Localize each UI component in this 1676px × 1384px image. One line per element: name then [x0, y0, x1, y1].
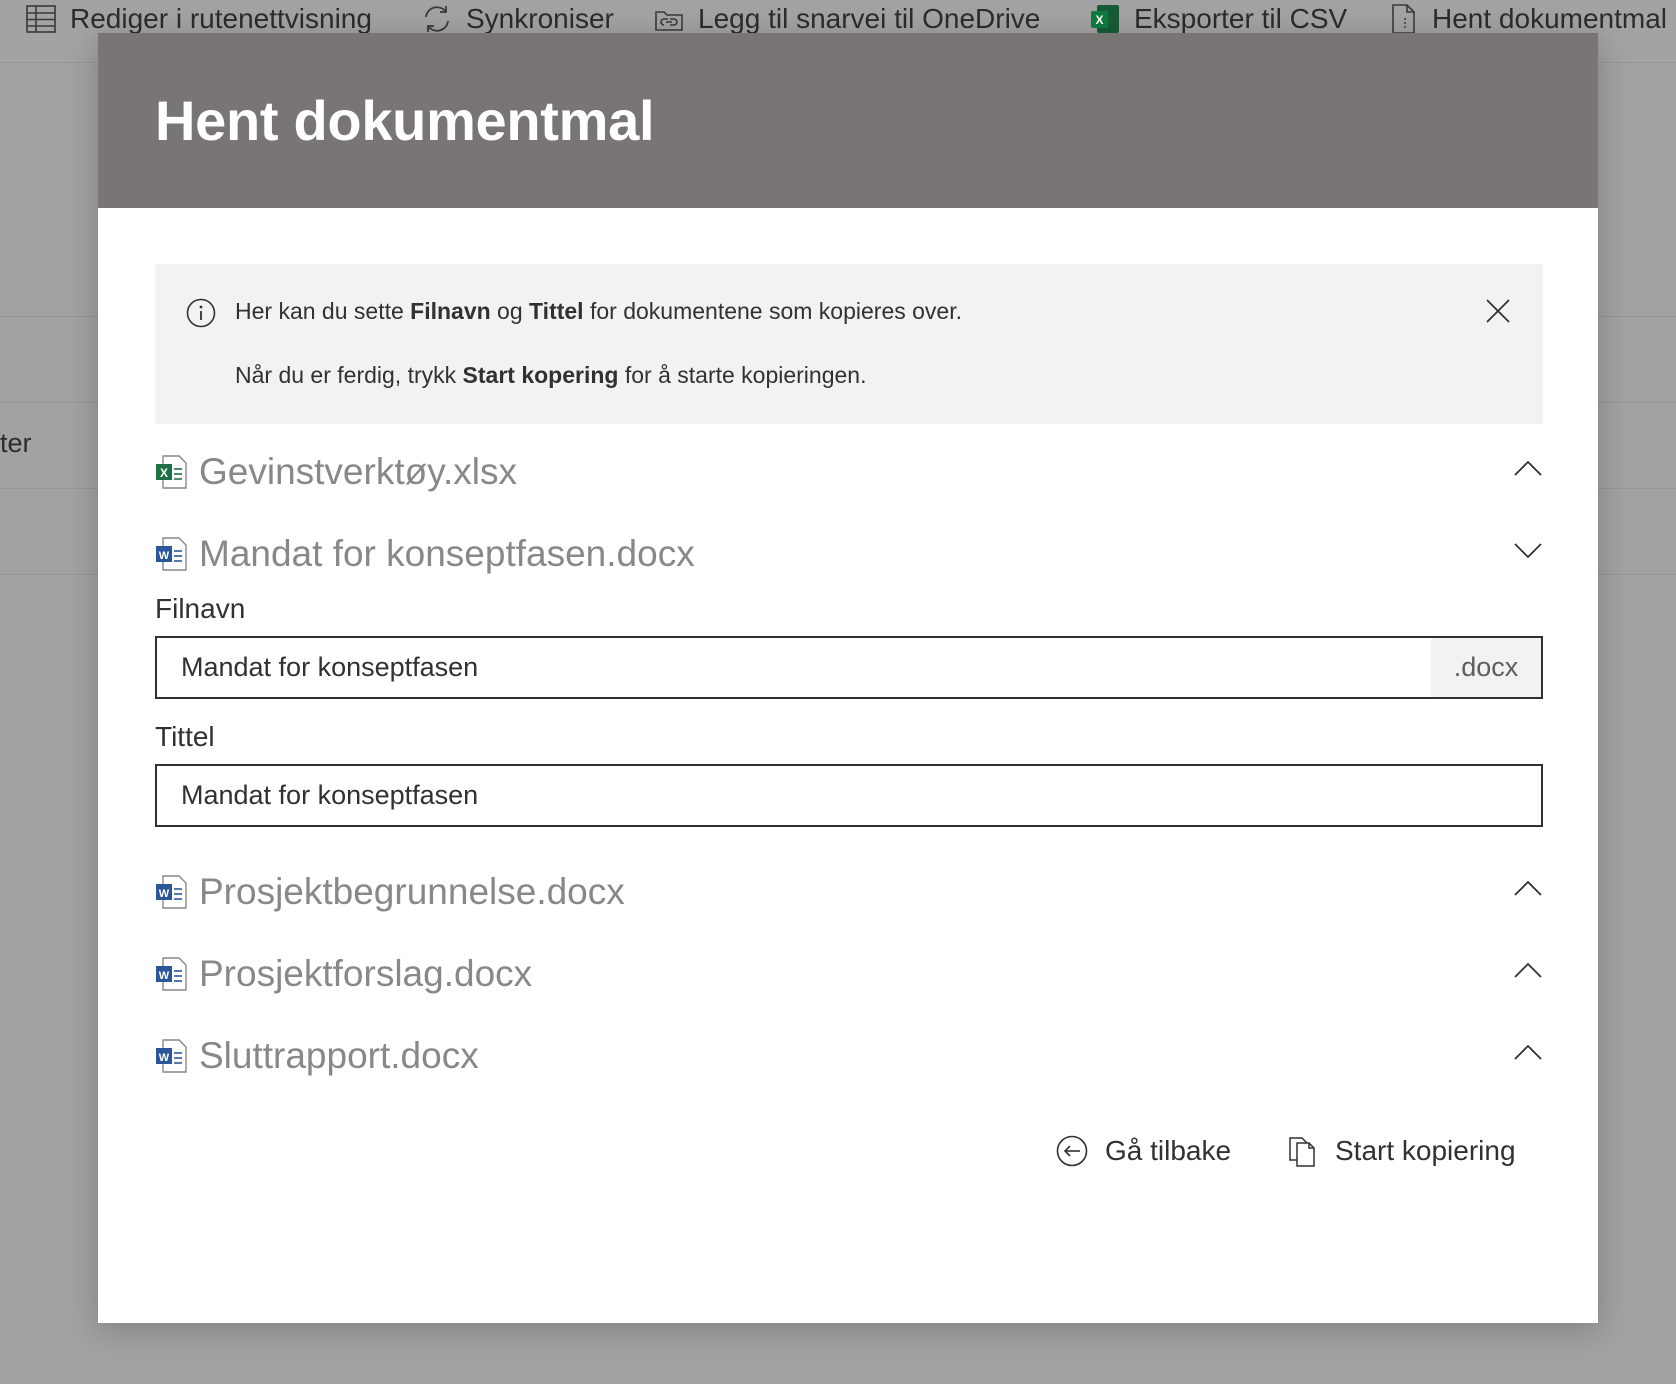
svg-text:X: X	[160, 466, 168, 480]
onedrive-shortcut-label: Legg til snarvei til OneDrive	[698, 3, 1041, 34]
filename-input[interactable]	[157, 638, 1431, 697]
get-template-label: Hent dokumentmal	[1432, 3, 1668, 34]
document-name: Gevinstverktøy.xlsx	[199, 451, 517, 492]
word-file-icon: W	[155, 535, 189, 573]
svg-text:W: W	[159, 888, 170, 900]
word-file-icon: W	[155, 1037, 189, 1075]
filename-suffix: .docx	[1431, 638, 1541, 697]
template-dialog: Hent dokumentmal Her kan du sette Filnav…	[98, 33, 1598, 1323]
excel-file-icon: X	[155, 453, 189, 491]
grid-icon	[24, 2, 58, 36]
document-name: Prosjektforslag.docx	[199, 953, 533, 994]
chevron-up-icon[interactable]	[1513, 873, 1543, 903]
start-copy-button[interactable]: Start kopiering	[1285, 1131, 1516, 1171]
dialog-header: Hent dokumentmal	[98, 33, 1598, 208]
chevron-up-icon[interactable]	[1513, 453, 1543, 483]
title-label: Tittel	[155, 721, 215, 752]
svg-text:W: W	[159, 970, 170, 982]
dialog-title: Hent dokumentmal	[155, 89, 655, 152]
onedrive-shortcut-icon	[652, 2, 686, 36]
sync-icon	[420, 2, 454, 36]
start-copy-label: Start kopiering	[1335, 1135, 1516, 1166]
chevron-down-icon[interactable]	[1513, 535, 1543, 565]
chevron-up-icon[interactable]	[1513, 1037, 1543, 1067]
word-file-icon: W	[155, 873, 189, 911]
background-partial-text: ter	[0, 428, 32, 458]
document-row-sluttrapport[interactable]: W Sluttrapport.docx	[155, 1031, 1543, 1081]
copy-icon	[1285, 1134, 1319, 1168]
grid-edit-label: Rediger i rutenettvisning	[70, 3, 372, 34]
title-input[interactable]	[157, 766, 1541, 825]
document-name: Prosjektbegrunnelse.docx	[199, 871, 625, 912]
svg-text:W: W	[159, 1052, 170, 1064]
document-name: Mandat for konseptfasen.docx	[199, 533, 695, 574]
close-icon[interactable]	[1483, 296, 1513, 326]
word-file-icon: W	[155, 955, 189, 993]
info-message-bar: Her kan du sette Filnavn og Tittel for d…	[155, 264, 1543, 424]
document-row-prosjektbegrunnelse[interactable]: W Prosjektbegrunnelse.docx	[155, 867, 1543, 917]
sync-label: Synkroniser	[466, 3, 614, 34]
document-template-icon	[1386, 2, 1420, 36]
back-arrow-circle-icon	[1055, 1134, 1089, 1168]
chevron-up-icon[interactable]	[1513, 955, 1543, 985]
info-icon	[185, 297, 217, 329]
export-csv-label: Eksporter til CSV	[1134, 3, 1348, 34]
title-field	[155, 764, 1543, 827]
go-back-label: Gå tilbake	[1105, 1135, 1232, 1166]
document-row-prosjektforslag[interactable]: W Prosjektforslag.docx	[155, 949, 1543, 999]
info-line-2: Når du er ferdig, trykk Start kopering f…	[235, 362, 867, 388]
info-line-1: Her kan du sette Filnavn og Tittel for d…	[235, 298, 962, 324]
document-row-gevinstverktoy[interactable]: X Gevinstverktøy.xlsx	[155, 447, 1543, 497]
svg-text:W: W	[159, 550, 170, 562]
document-row-mandat[interactable]: W Mandat for konseptfasen.docx	[155, 529, 1543, 579]
filename-label: Filnavn	[155, 593, 246, 624]
filename-field: .docx	[155, 636, 1543, 699]
go-back-button[interactable]: Gå tilbake	[1055, 1131, 1231, 1171]
excel-icon: X	[1088, 2, 1122, 36]
document-name: Sluttrapport.docx	[199, 1035, 479, 1076]
svg-text:X: X	[1095, 13, 1103, 27]
